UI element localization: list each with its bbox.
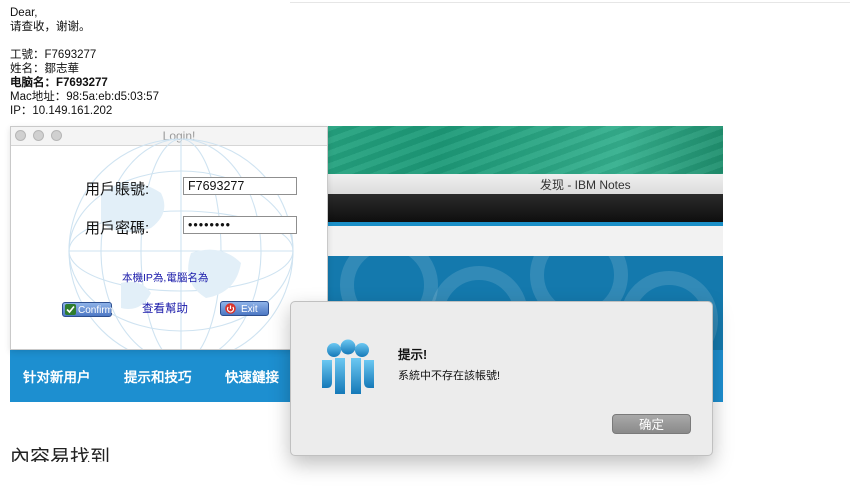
alert-title: 提示! — [398, 348, 428, 362]
account-label: 用戶賬號: — [85, 181, 150, 198]
password-label: 用戶密碼: — [85, 220, 150, 237]
mac-line: Mac地址：98:5a:eb:d5:03:57 — [10, 91, 159, 103]
name-line: 姓名：鄒志華 — [10, 63, 79, 75]
nav-quick-links[interactable]: 快速鏈接 — [225, 366, 279, 386]
confirm-button[interactable]: Confirm — [62, 302, 114, 317]
exit-label: Exit — [241, 304, 258, 315]
staff-id-line: 工號：F7693277 — [10, 49, 97, 61]
nav-tips[interactable]: 提示和技巧 — [124, 366, 192, 386]
nav-new-users[interactable]: 针对新用户 — [23, 366, 91, 386]
login-window: Login! 用戶賬號: 用戶密碼: 本機IP為,電腦名為 查看幫助 Confi… — [10, 126, 328, 350]
account-input[interactable] — [183, 177, 297, 195]
email-body: Dear, 请查收，谢谢。 工號：F7693277 姓名：鄒志華 电脑名：F76… — [10, 6, 159, 118]
alert-dialog: 提示! 系統中不存在該帳號! 确定 — [290, 301, 713, 456]
ip-computer-info: 本機IP為,電腦名為 — [122, 272, 209, 284]
help-link[interactable]: 查看幫助 — [142, 300, 188, 316]
confirm-label: Confirm — [78, 305, 114, 316]
ok-button[interactable]: 确定 — [612, 414, 691, 434]
computer-name-line: 电脑名：F7693277 — [10, 77, 108, 89]
globe-watermark-icon — [68, 138, 294, 349]
ibm-notes-logo-icon — [322, 339, 374, 394]
exit-button[interactable]: Exit — [220, 301, 269, 316]
notes-section-heading: 內容易找到 — [10, 447, 110, 462]
exit-icon — [225, 303, 236, 314]
top-separator — [290, 2, 850, 3]
checkmark-icon — [65, 304, 76, 315]
email-line: 请查收，谢谢。 — [10, 21, 91, 33]
password-input[interactable] — [183, 216, 297, 234]
email-greeting: Dear, — [10, 7, 38, 19]
alert-message: 系統中不存在該帳號! — [398, 370, 501, 382]
ip-line: IP：10.149.161.202 — [10, 105, 113, 117]
notes-window-title: 发现 - IBM Notes — [540, 178, 631, 192]
